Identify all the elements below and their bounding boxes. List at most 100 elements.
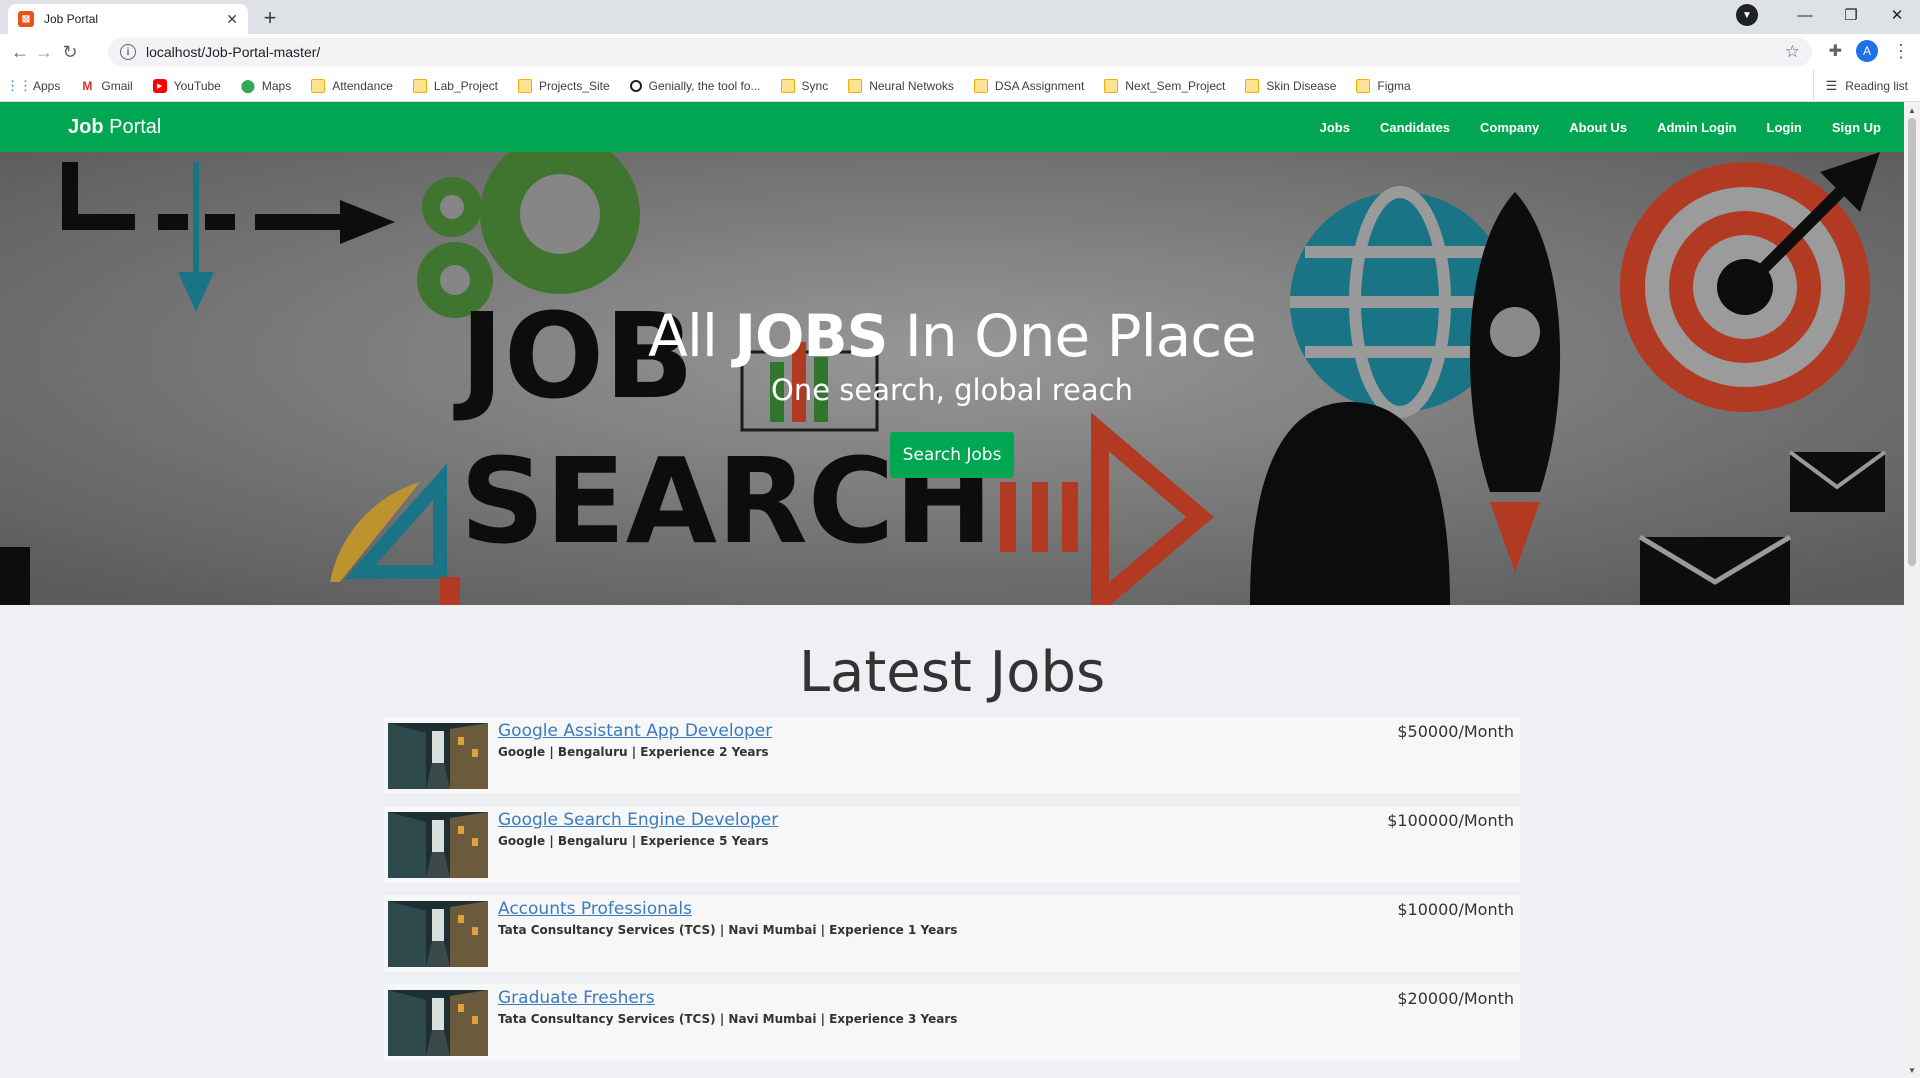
tab-title: Job Portal bbox=[44, 12, 99, 26]
folder-icon bbox=[1245, 78, 1260, 93]
bookmark-label: Apps bbox=[33, 78, 61, 93]
job-salary: $20000/Month bbox=[1397, 989, 1514, 1008]
site-navbar: Job Portal Jobs Candidates Company About Us… bbox=[0, 102, 1904, 152]
youtube-icon: ▶ bbox=[152, 78, 167, 93]
job-row[interactable]: Accounts Professionals Tata Consultancy S… bbox=[383, 894, 1521, 973]
apps-grid-icon: ⋮⋮ bbox=[6, 77, 32, 93]
search-jobs-button[interactable]: Search Jobs bbox=[890, 432, 1014, 478]
folder-icon bbox=[973, 78, 988, 93]
bookmark-label: Maps bbox=[261, 78, 292, 93]
folder-icon bbox=[517, 78, 532, 93]
address-bar[interactable]: i localhost/Job-Portal-master/ ☆ bbox=[108, 38, 1812, 66]
job-title-link[interactable]: Graduate Freshers bbox=[498, 988, 655, 1008]
site-brand[interactable]: Job Portal bbox=[68, 116, 161, 139]
back-icon[interactable]: ← bbox=[8, 40, 32, 64]
reading-list-icon: ☰ bbox=[1825, 78, 1838, 93]
bookmark-item[interactable]: Figma bbox=[1356, 78, 1411, 93]
bookmark-item[interactable]: Sync bbox=[780, 78, 828, 93]
job-row[interactable]: Graduate Freshers Tata Consultancy Servic… bbox=[383, 983, 1521, 1062]
reload-icon[interactable]: ↻ bbox=[58, 40, 82, 64]
page-viewport: Job Portal Jobs Candidates Company About Us… bbox=[0, 102, 1904, 1078]
scroll-down-icon[interactable]: ▼ bbox=[1904, 1062, 1920, 1078]
new-tab-icon[interactable]: + bbox=[256, 4, 284, 32]
bookmark-label: Genially, the tool fo... bbox=[648, 78, 761, 93]
reading-list-button[interactable]: ☰ Reading list bbox=[1812, 70, 1908, 102]
bookmark-item[interactable]: Lab_Project bbox=[412, 78, 498, 93]
job-meta: Google | Bengaluru | Experience 5 Years bbox=[498, 834, 769, 848]
job-meta: Tata Consultancy Services (TCS) | Navi M… bbox=[498, 1012, 958, 1026]
browser-toolbar: ← → ↻ i localhost/Job-Portal-master/ ☆ ✚… bbox=[0, 34, 1920, 70]
bookmark-item[interactable]: Next_Sem_Project bbox=[1104, 78, 1225, 93]
bookmark-label: Neural Netwoks bbox=[869, 78, 954, 93]
nav-link-jobs[interactable]: Jobs bbox=[1320, 120, 1350, 135]
nav-link-login[interactable]: Login bbox=[1767, 120, 1802, 135]
job-thumbnail bbox=[388, 812, 488, 878]
job-meta: Tata Consultancy Services (TCS) | Navi M… bbox=[498, 923, 958, 937]
bookmark-item[interactable]: Genially, the tool fo... bbox=[629, 78, 761, 93]
close-tab-icon[interactable]: ✕ bbox=[226, 11, 238, 28]
window-controls: ▼ — ❐ ✕ bbox=[1736, 0, 1920, 30]
hero-title-bold: JOBS bbox=[734, 302, 888, 370]
job-list: Google Assistant App Developer Google | B… bbox=[383, 716, 1521, 1072]
bookmark-label: Skin Disease bbox=[1266, 78, 1337, 93]
hero-banner: JOB SEARCH All JOBS In One Place One sea… bbox=[0, 152, 1904, 605]
minimize-icon[interactable]: — bbox=[1782, 7, 1828, 24]
hero-title: All JOBS In One Place bbox=[0, 302, 1904, 370]
bookmark-item[interactable]: ⋮⋮ Apps bbox=[6, 77, 61, 93]
bookmark-item[interactable]: ▶ YouTube bbox=[152, 78, 221, 93]
nav-link-candidates[interactable]: Candidates bbox=[1380, 120, 1450, 135]
gmail-icon: M bbox=[82, 78, 93, 93]
brand-rest: Portal bbox=[103, 115, 162, 138]
job-meta: Google | Bengaluru | Experience 2 Years bbox=[498, 745, 769, 759]
nav-link-company[interactable]: Company bbox=[1480, 120, 1539, 135]
nav-link-admin-login[interactable]: Admin Login bbox=[1657, 120, 1736, 135]
job-row[interactable]: Google Assistant App Developer Google | B… bbox=[383, 716, 1521, 795]
bookmark-item[interactable]: DSA Assignment bbox=[973, 78, 1085, 93]
hero-subtitle: One search, global reach bbox=[771, 373, 1133, 407]
job-salary: $10000/Month bbox=[1397, 900, 1514, 919]
hero-title-pre: All bbox=[648, 302, 735, 370]
job-thumbnail bbox=[388, 990, 488, 1056]
bookmark-item[interactable]: M Gmail bbox=[80, 79, 132, 93]
close-window-icon[interactable]: ✕ bbox=[1874, 6, 1920, 24]
scroll-up-icon[interactable]: ▲ bbox=[1904, 102, 1920, 118]
folder-icon bbox=[311, 78, 326, 93]
page-scrollbar[interactable]: ▲ ▼ bbox=[1904, 102, 1920, 1078]
brand-bold: Job bbox=[68, 115, 104, 138]
hero-title-post: In One Place bbox=[887, 302, 1257, 370]
nav-link-about-us[interactable]: About Us bbox=[1569, 120, 1627, 135]
job-salary: $50000/Month bbox=[1397, 722, 1514, 741]
folder-icon bbox=[412, 78, 427, 93]
bookmark-item[interactable]: ⬤ Maps bbox=[241, 78, 292, 93]
job-title-link[interactable]: Google Search Engine Developer bbox=[498, 810, 778, 830]
restore-icon[interactable]: ❐ bbox=[1828, 6, 1874, 24]
job-thumbnail bbox=[388, 901, 488, 967]
folder-icon bbox=[1104, 78, 1119, 93]
bookmark-label: YouTube bbox=[173, 78, 221, 93]
bookmark-item[interactable]: Attendance bbox=[311, 78, 393, 93]
job-row[interactable]: Google Search Engine Developer Google | B… bbox=[383, 805, 1521, 884]
bookmark-item[interactable]: Skin Disease bbox=[1245, 78, 1337, 93]
bookmarks-bar: ⋮⋮ Apps M Gmail ▶ YouTube ⬤ Maps Attendance Lab_P… bbox=[0, 70, 1920, 102]
bookmark-item[interactable]: Neural Netwoks bbox=[848, 78, 954, 93]
site-info-icon[interactable]: i bbox=[120, 44, 136, 60]
extensions-puzzle-icon[interactable]: ✚ bbox=[1829, 41, 1842, 61]
job-title-link[interactable]: Accounts Professionals bbox=[498, 899, 692, 919]
bookmark-star-icon[interactable]: ☆ bbox=[1785, 42, 1800, 62]
bookmark-label: Gmail bbox=[101, 78, 133, 93]
forward-icon[interactable]: → bbox=[32, 40, 56, 64]
folder-icon bbox=[780, 78, 795, 93]
url-text[interactable]: localhost/Job-Portal-master/ bbox=[146, 44, 1785, 60]
nav-link-sign-up[interactable]: Sign Up bbox=[1832, 120, 1881, 135]
browser-menu-icon[interactable]: ⋮ bbox=[1892, 41, 1910, 62]
job-title-link[interactable]: Google Assistant App Developer bbox=[498, 721, 772, 741]
browser-tab[interactable]: ⊠ Job Portal ✕ bbox=[8, 4, 248, 34]
bookmark-label: Figma bbox=[1377, 78, 1411, 93]
bookmark-label: Attendance bbox=[332, 78, 393, 93]
scrollbar-thumb[interactable] bbox=[1908, 118, 1916, 566]
profile-avatar[interactable]: A bbox=[1856, 40, 1878, 62]
tab-strip: ⊠ Job Portal ✕ + ▼ — ❐ ✕ bbox=[0, 0, 1920, 34]
bookmark-item[interactable]: Projects_Site bbox=[517, 78, 610, 93]
bookmark-label: DSA Assignment bbox=[994, 78, 1085, 93]
tab-search-icon[interactable]: ▼ bbox=[1736, 4, 1758, 26]
